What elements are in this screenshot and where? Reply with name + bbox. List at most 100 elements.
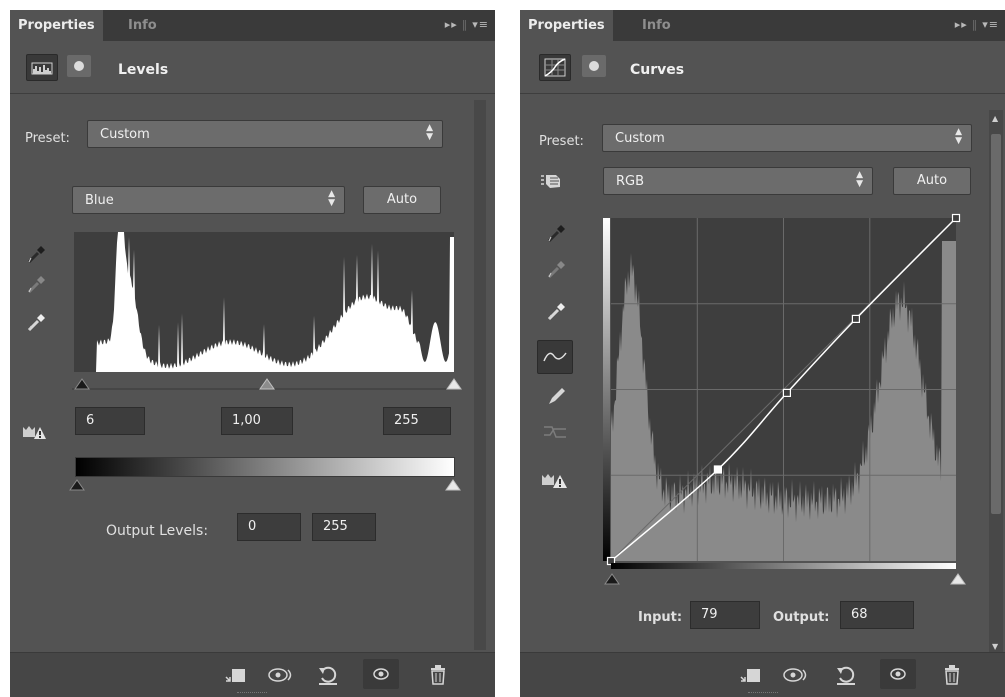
preset-dropdown[interactable]: Custom ▲ ▼ [87,120,443,148]
curve-control-point[interactable] [782,388,791,397]
input-gradient-bar [611,563,956,569]
adjustment-title: Levels [118,62,169,78]
channel-dropdown[interactable]: RGB ▲ ▼ [603,167,873,195]
view-previous-state-icon[interactable] [783,666,809,684]
preset-value: Custom [615,131,665,146]
clip-to-layer-icon[interactable] [224,667,246,685]
curve-control-point[interactable] [851,314,860,324]
output-black-field[interactable]: 0 [237,513,301,541]
channel-value: RGB [616,174,645,189]
collapse-panel-icon[interactable]: ▸▸ [445,18,458,31]
dropdown-arrows-icon: ▲ ▼ [426,123,433,142]
pencil-draw-icon[interactable] [546,385,568,407]
white-point-eyedropper-icon[interactable] [546,300,568,322]
tab-info[interactable]: Info [634,10,679,41]
visibility-toggle[interactable] [880,659,916,689]
panel-scrollbar[interactable] [474,100,486,650]
input-white-field[interactable]: 255 [383,407,451,435]
dropdown-arrows-icon: ▲ ▼ [955,127,962,146]
panel-bottom-bar [520,652,1005,697]
input-levels-slider[interactable] [72,373,462,393]
output-white-field[interactable]: 255 [312,513,376,541]
panel-menu-controls[interactable]: ▸▸ ‖ ▾≡ [441,18,489,31]
trash-icon[interactable] [942,664,962,686]
output-levels-slider[interactable] [68,476,461,492]
preset-value: Custom [100,127,150,142]
gray-point-eyedropper-icon[interactable] [546,258,568,280]
adjustment-header: Levels [10,41,495,94]
clip-to-layer-icon[interactable] [739,667,761,685]
curve-control-point[interactable] [951,213,961,223]
visibility-toggle[interactable] [363,659,399,689]
black-input-slider[interactable] [604,573,620,585]
white-input-slider[interactable] [950,573,966,585]
output-white-slider[interactable] [445,479,461,491]
tab-properties[interactable]: Properties [520,10,613,41]
levels-properties-panel: Properties Info ▸▸ ‖ ▾≡ Levels Preset: Cus… [10,10,495,697]
tab-properties[interactable]: Properties [10,10,103,41]
dropdown-arrows-icon: ▲ ▼ [328,189,335,208]
visibility-eye-icon [890,668,906,680]
preset-label: Preset: [25,131,70,146]
levels-histogram-icon[interactable] [26,54,58,81]
preset-label: Preset: [539,134,584,149]
input-black-field[interactable]: 6 [75,407,145,435]
reset-icon[interactable] [317,664,339,686]
resize-grip[interactable] [237,692,267,696]
curves-properties-panel: Properties Info ▸▸ ‖ ▾≡ Curves Preset: Cus… [520,10,1005,697]
output-levels-label: Output Levels: [106,523,209,539]
curve-point-tool-icon [543,352,567,362]
resize-grip[interactable] [748,692,778,696]
adjustment-title: Curves [630,62,685,78]
output-black-slider[interactable] [69,479,85,491]
white-point-slider[interactable] [446,378,462,390]
dropdown-arrows-icon: ▲ ▼ [856,170,863,189]
curve-point-tool-button[interactable] [537,340,573,374]
channel-value: Blue [85,193,114,208]
curve-control-point[interactable] [713,465,723,474]
layer-mask-icon[interactable] [582,55,606,77]
channel-dropdown[interactable]: Blue ▲ ▼ [72,186,345,214]
scroll-up-icon[interactable]: ▲ [992,114,998,123]
output-gradient-bar [75,457,455,477]
panel-menu-icon[interactable]: ▾≡ [982,18,999,31]
smooth-curve-icon[interactable] [542,421,568,443]
curves-graph-icon[interactable] [539,54,571,81]
black-point-slider[interactable] [74,378,90,390]
gamma-slider[interactable] [259,378,275,390]
panel-bottom-bar [10,652,495,697]
view-previous-state-icon[interactable] [268,666,294,684]
panel-menu-controls[interactable]: ▸▸ ‖ ▾≡ [951,18,999,31]
preset-dropdown[interactable]: Custom ▲ ▼ [602,124,972,152]
input-value-field[interactable]: 79 [690,601,760,629]
targeted-adjustment-hand-icon[interactable] [538,170,564,192]
collapse-panel-icon[interactable]: ▸▸ [955,18,968,31]
panel-scrollbar[interactable]: ▲ ▼ [989,110,1003,655]
white-point-eyedropper-icon[interactable] [26,311,48,333]
output-gradient-bar [603,218,610,561]
reset-icon[interactable] [835,664,857,686]
layer-mask-icon[interactable] [67,55,91,77]
curves-graph[interactable] [606,213,961,566]
trash-icon[interactable] [428,664,448,686]
input-label: Input: [638,610,683,625]
panel-tab-bar: Properties Info ▸▸ ‖ ▾≡ [10,10,495,41]
clipping-warning-icon[interactable] [541,471,569,493]
panel-menu-icon[interactable]: ▾≡ [472,18,489,31]
black-point-eyedropper-icon[interactable] [546,222,568,244]
scrollbar-thumb[interactable] [991,134,1001,514]
levels-histogram [74,232,454,372]
clipping-warning-icon[interactable] [22,423,46,445]
tab-info[interactable]: Info [120,10,165,41]
adjustment-header: Curves [520,41,1005,94]
black-point-eyedropper-icon[interactable] [26,243,48,265]
output-label: Output: [773,610,830,625]
input-gamma-field[interactable]: 1,00 [221,407,293,435]
auto-button[interactable]: Auto [893,167,971,195]
output-value-field[interactable]: 68 [840,601,914,629]
gray-point-eyedropper-icon[interactable] [26,273,48,295]
scroll-down-icon[interactable]: ▼ [992,642,998,651]
panel-tab-bar: Properties Info ▸▸ ‖ ▾≡ [520,10,1005,41]
auto-button[interactable]: Auto [363,186,441,214]
input-curve-slider[interactable] [604,570,966,586]
